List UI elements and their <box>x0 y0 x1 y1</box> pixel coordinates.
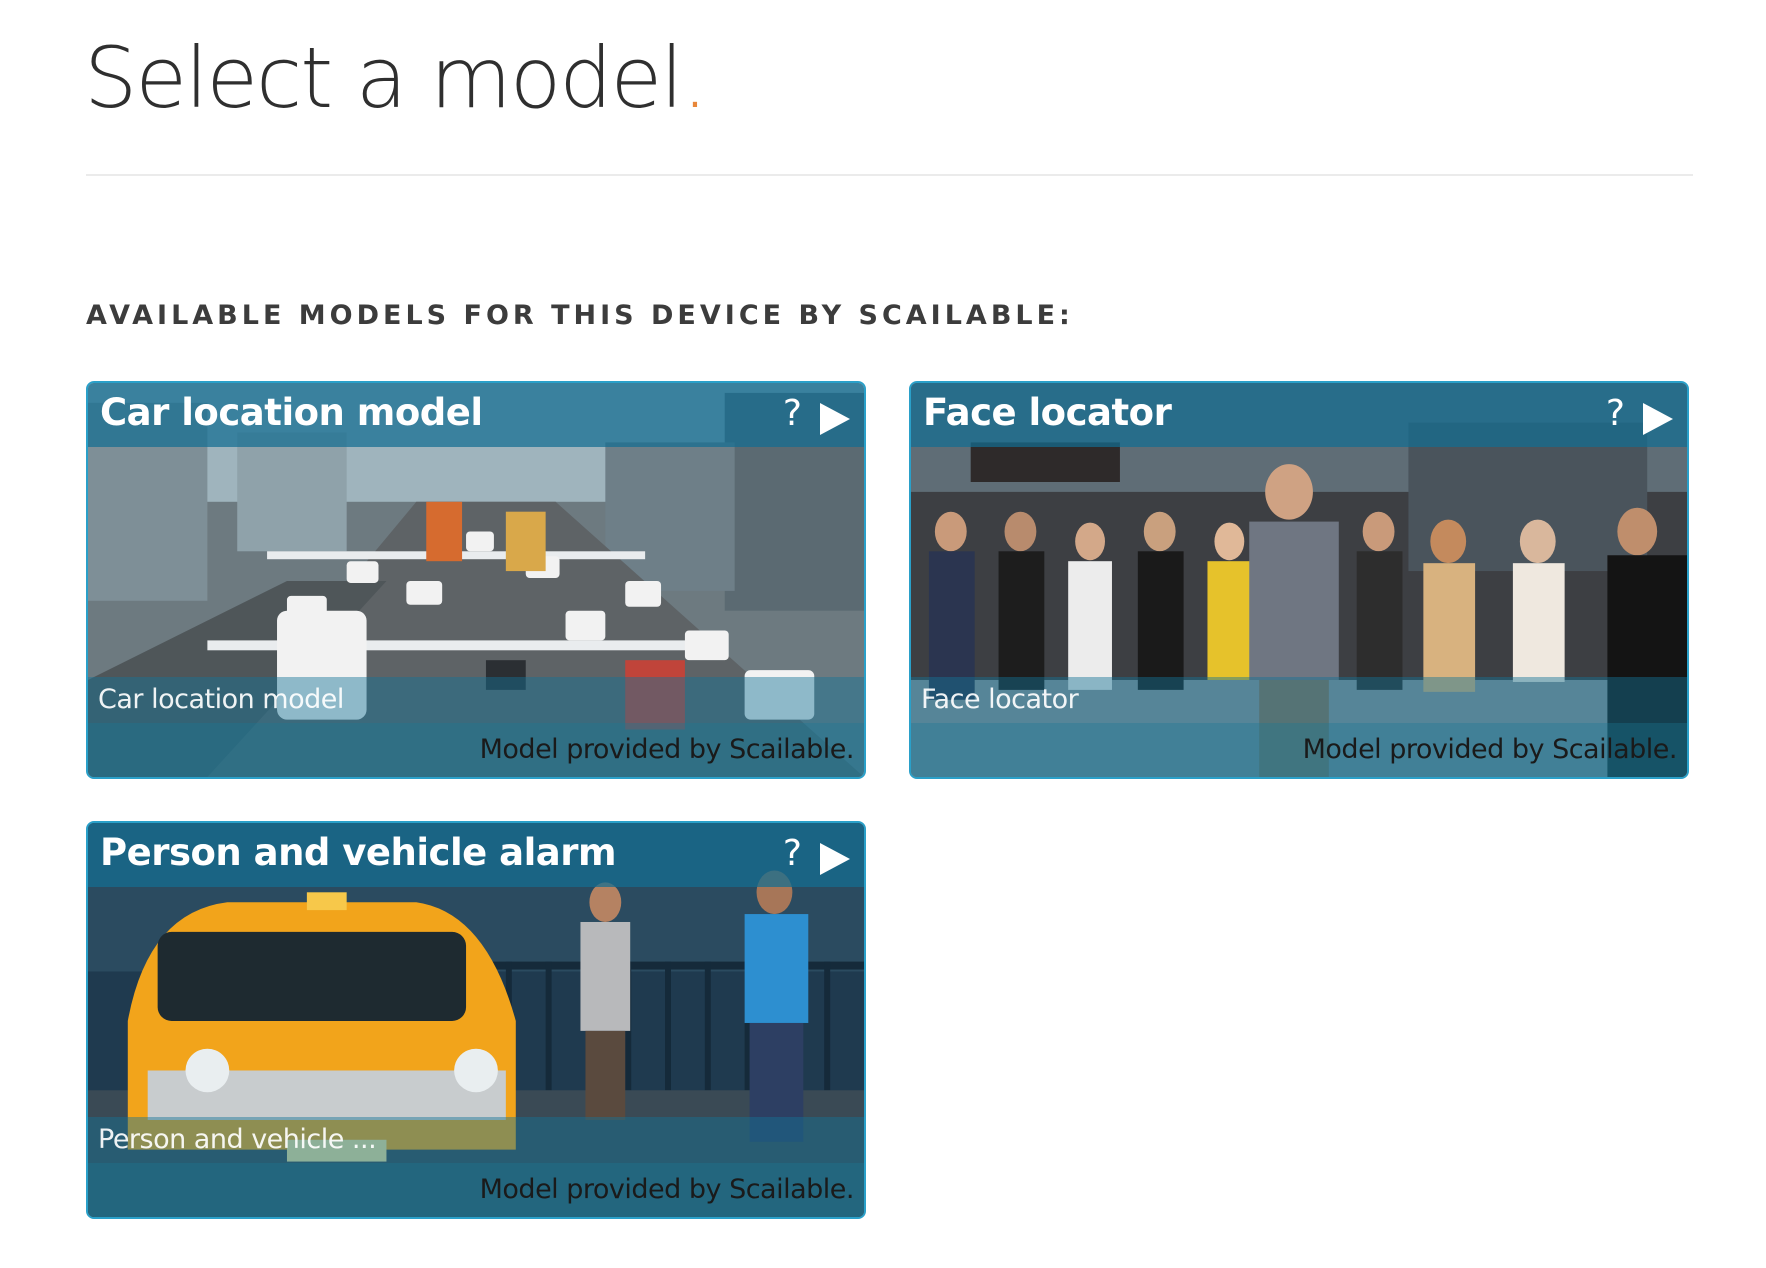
card-provider: Model provided by Scailable. <box>479 1174 855 1205</box>
card-subtitle: Person and vehicle ... <box>98 1124 377 1155</box>
card-provider: Model provided by Scailable. <box>1302 734 1678 765</box>
page-title-text: Select a model <box>84 29 684 127</box>
card-subtitle: Face locator <box>921 684 1079 715</box>
model-card-person-vehicle-alarm[interactable]: Person and vehicle alarm ? Person and ve… <box>86 821 866 1219</box>
page-title: Select a model. <box>84 29 709 127</box>
play-icon[interactable] <box>1643 403 1673 435</box>
card-title: Person and vehicle alarm <box>100 831 617 874</box>
model-card-car-location[interactable]: Car location model ? Car location model … <box>86 381 866 779</box>
section-heading: AVAILABLE MODELS FOR THIS DEVICE BY SCAI… <box>86 300 1074 331</box>
card-title: Car location model <box>100 391 483 434</box>
play-icon[interactable] <box>820 843 850 875</box>
page-title-dot: . <box>681 29 709 127</box>
page: Select a model. AVAILABLE MODELS FOR THI… <box>0 0 1766 1268</box>
question-mark-icon[interactable]: ? <box>783 833 802 874</box>
divider <box>86 174 1693 176</box>
question-mark-icon[interactable]: ? <box>783 393 802 434</box>
card-subtitle: Car location model <box>98 684 344 715</box>
card-provider: Model provided by Scailable. <box>479 734 855 765</box>
question-mark-icon[interactable]: ? <box>1606 393 1625 434</box>
card-title: Face locator <box>923 391 1172 434</box>
play-icon[interactable] <box>820 403 850 435</box>
model-card-face-locator[interactable]: Face locator ? Face locator Model provid… <box>909 381 1689 779</box>
